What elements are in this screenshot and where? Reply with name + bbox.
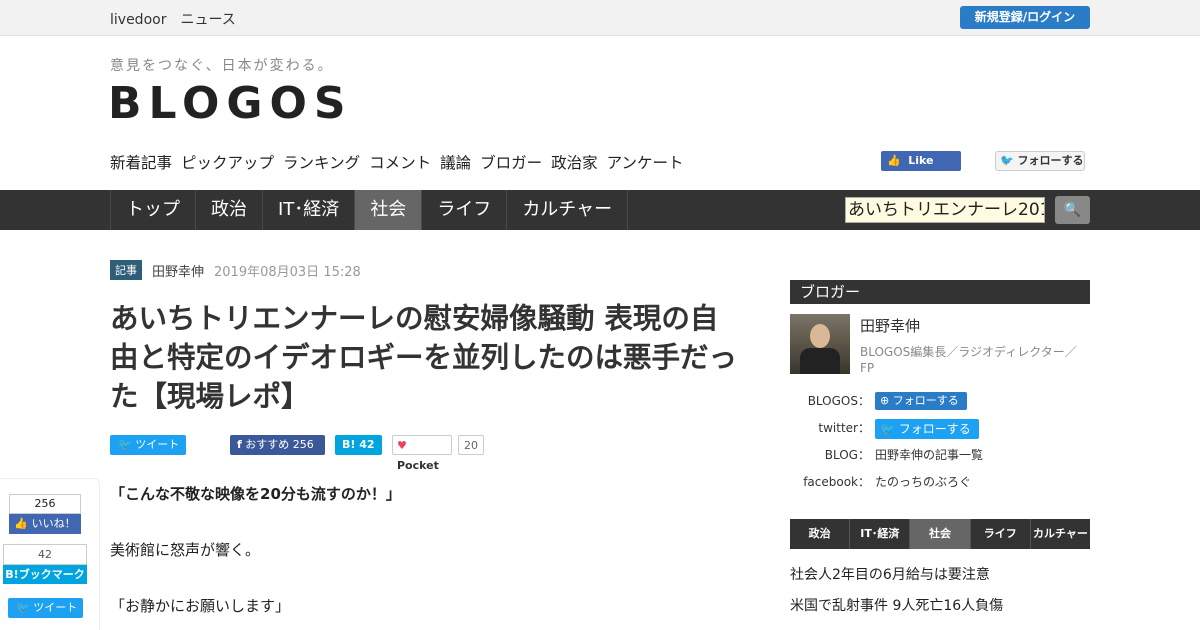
subnav-pickup[interactable]: ピックアップ (181, 151, 274, 173)
twitter-bird-icon: 🐦 (880, 422, 895, 436)
floating-like-widget[interactable]: 256 👍 いいね！ (9, 494, 81, 534)
nav-top[interactable]: トップ (110, 190, 196, 230)
floating-like-count: 256 (9, 494, 81, 514)
article-paragraph: 「こんな不敬な映像を20分も流すのか！」 (110, 485, 401, 503)
main-navigation: トップ 政治 IT･経済 社会 ライフ カルチャー あいちトリエンナーレ2019… (0, 190, 1200, 230)
nav-life[interactable]: ライフ (422, 190, 508, 230)
pocket-button[interactable]: ♥ Pocket (392, 435, 452, 472)
sidebar-category-tabs: 政治 IT･経済 社会 ライフ カルチャー (790, 519, 1090, 549)
article-title: あいちトリエンナーレの慰安婦像騒動 表現の自由と特定のイデオロギーを並列したのは… (110, 301, 738, 413)
subnav-survey[interactable]: アンケート (607, 151, 684, 173)
facebook-recommend-button[interactable]: f おすすめ 256 (230, 435, 325, 455)
top-bar: livedoor ニュース 新規登録/ログイン (0, 0, 1200, 36)
article-badge: 記事 (110, 260, 142, 280)
subnav-politicians[interactable]: 政治家 (551, 151, 598, 173)
nav-politics[interactable]: 政治 (196, 190, 263, 230)
blog-article-list-link[interactable]: 田野幸伸の記事一覧 (875, 446, 983, 463)
floating-hatena-count: 42 (3, 544, 87, 565)
facebook-icon: f (237, 438, 242, 451)
blogger-avatar[interactable] (790, 314, 850, 374)
tab-society[interactable]: 社会 (910, 519, 971, 549)
fb-like-count: 132K (890, 174, 919, 187)
thumbs-up-icon: 👍 (14, 517, 29, 530)
news-list-item[interactable]: 社会人2年目の6月給与は要注意 (790, 564, 990, 584)
floating-hatena-button[interactable]: B!ブックマーク (3, 565, 87, 584)
sidebar-blogger-heading: ブロガー (790, 280, 1090, 304)
news-list-item[interactable]: 米国で乱射事件 9人死亡16人負傷 (790, 595, 1003, 615)
row-label: twitter： (818, 421, 870, 435)
floating-tweet-button[interactable]: 🐦 ツイート (8, 598, 83, 618)
tweet-button[interactable]: 🐦 ツイート (110, 435, 186, 455)
tab-life[interactable]: ライフ (971, 519, 1031, 549)
subnav-bloggers[interactable]: ブロガー (480, 151, 542, 173)
blogos-logo[interactable]: BLOGOS (108, 78, 353, 129)
row-label: facebook： (803, 475, 870, 489)
facebook-like-button[interactable]: 👍 Like 132K (881, 151, 961, 187)
fb-recommend-count: 256 (292, 438, 314, 451)
signup-login-button[interactable]: 新規登録/ログイン (960, 6, 1090, 29)
article-author[interactable]: 田野幸伸 (152, 261, 204, 280)
pocket-icon: ♥ (397, 439, 407, 452)
subnav-ranking[interactable]: ランキング (283, 151, 360, 173)
livedoor-news-link[interactable]: livedoor ニュース (110, 9, 236, 29)
pocket-count: 20 (458, 435, 484, 455)
sub-navigation: 新着記事 ピックアップ ランキング コメント 議論 ブロガー 政治家 アンケート (110, 151, 684, 173)
article-paragraph: 「お静かにお願いします」 (110, 597, 291, 615)
twitter-follow-button[interactable]: 🐦 フォローする (995, 151, 1085, 171)
twitter-bird-icon: 🐦 (118, 438, 132, 451)
article-paragraph: 美術館に怒声が響く。 (110, 541, 261, 559)
twitter-follow-button-sidebar[interactable]: 🐦 フォローする (875, 419, 979, 439)
facebook-page-link[interactable]: たのっちのぶろぐ (875, 473, 971, 490)
subnav-debate[interactable]: 議論 (440, 151, 471, 173)
search-icon: 🔍 (1063, 202, 1082, 218)
site-tagline: 意見をつなぐ、日本が変わる。 (110, 58, 334, 74)
thumbs-up-icon: 👍 (887, 154, 901, 167)
plus-icon: ⊕ (880, 394, 890, 407)
twitter-bird-icon: 🐦 (1000, 154, 1014, 167)
nav-society[interactable]: 社会 (355, 190, 423, 230)
twitter-bird-icon: 🐦 (16, 601, 30, 614)
article-meta: 記事 田野幸伸 2019年08月03日 15:28 (110, 260, 361, 280)
article-date: 2019年08月03日 15:28 (214, 264, 361, 280)
blogger-description: BLOGOS編集長／ラジオディレクター／FP (860, 345, 1077, 375)
nav-culture[interactable]: カルチャー (507, 190, 629, 230)
row-label: BLOGOS： (807, 394, 870, 408)
tab-it-economy[interactable]: IT･経済 (850, 519, 911, 549)
tab-politics[interactable]: 政治 (790, 519, 851, 549)
search-input[interactable]: あいちトリエンナーレ2019 (845, 197, 1045, 223)
floating-like-button[interactable]: 👍 いいね！ (9, 514, 81, 534)
blogos-follow-button[interactable]: ⊕ フォローする (875, 392, 967, 410)
tab-culture[interactable]: カルチャー (1031, 519, 1090, 549)
hatena-bookmark-button[interactable]: B! 42 (335, 435, 382, 455)
nav-it-economy[interactable]: IT･経済 (263, 190, 356, 230)
subnav-comments[interactable]: コメント (369, 151, 431, 173)
blogger-name[interactable]: 田野幸伸 (860, 315, 920, 336)
subnav-new-articles[interactable]: 新着記事 (110, 151, 172, 173)
row-label: BLOG： (824, 448, 870, 462)
floating-hatena-widget[interactable]: 42 B!ブックマーク (3, 544, 87, 584)
search-button[interactable]: 🔍 (1055, 196, 1090, 224)
